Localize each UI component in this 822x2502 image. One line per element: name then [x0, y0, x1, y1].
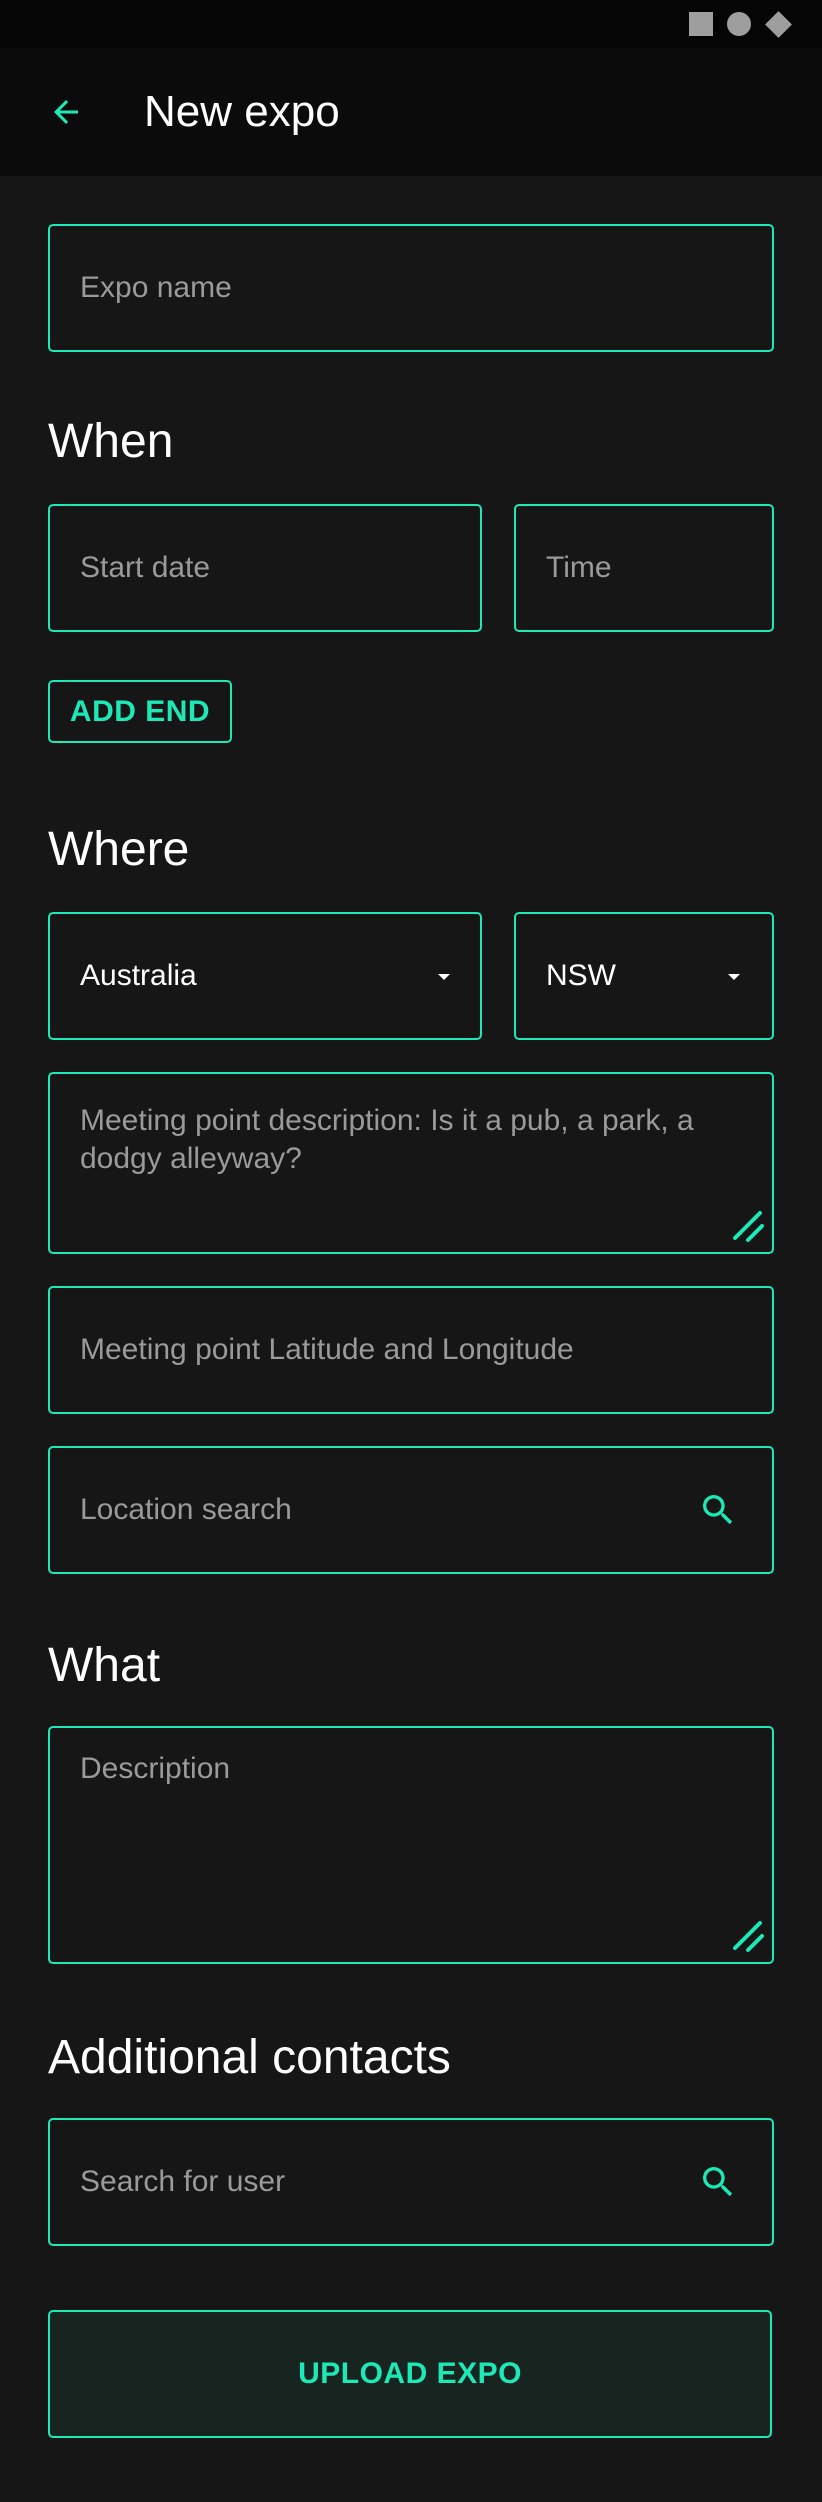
status-diamond-icon [765, 10, 792, 38]
meeting-point-latlng-field[interactable]: Meeting point Latitude and Longitude [48, 1286, 774, 1414]
search-user-placeholder: Search for user [80, 2165, 286, 2198]
status-circle-icon [727, 12, 751, 36]
expo-name-placeholder: Expo name [80, 271, 232, 304]
search-icon[interactable] [698, 1490, 738, 1530]
start-date-field[interactable]: Start date [48, 504, 482, 632]
where-heading: Where [48, 823, 190, 876]
back-button[interactable] [38, 84, 94, 140]
search-icon[interactable] [698, 2162, 738, 2202]
meeting-point-description-field[interactable]: Meeting point description: Is it a pub, … [48, 1072, 774, 1254]
app-bar: New expo [0, 48, 822, 176]
caret-down-icon [728, 974, 740, 980]
status-icons [689, 10, 792, 38]
upload-expo-button[interactable]: UPLOAD EXPO [48, 2310, 772, 2438]
caret-down-icon [438, 974, 450, 980]
meeting-point-latlng-placeholder: Meeting point Latitude and Longitude [80, 1333, 574, 1366]
status-square-icon [689, 12, 713, 36]
page-title: New expo [144, 87, 340, 136]
country-select[interactable]: Australia [48, 912, 482, 1040]
what-heading: What [48, 1639, 161, 1692]
when-heading: When [48, 415, 174, 468]
meeting-point-description-placeholder: Meeting point description: Is it a pub, … [80, 1104, 694, 1175]
start-date-placeholder: Start date [80, 551, 211, 584]
description-field[interactable]: Description [48, 1726, 774, 1964]
status-bar [0, 0, 822, 48]
arrow-left-icon [54, 100, 78, 124]
textarea-resize-icon [733, 1921, 764, 1952]
expo-name-field[interactable]: Expo name [48, 224, 774, 352]
additional-contacts-heading: Additional contacts [48, 2031, 451, 2084]
add-end-button[interactable]: ADD END [48, 680, 232, 743]
description-placeholder: Description [80, 1752, 231, 1785]
location-search-placeholder: Location search [80, 1493, 292, 1526]
state-value: NSW [546, 959, 616, 992]
time-field[interactable]: Time [514, 504, 774, 632]
country-value: Australia [80, 959, 197, 992]
textarea-resize-icon [733, 1211, 764, 1242]
state-select[interactable]: NSW [514, 912, 774, 1040]
time-placeholder: Time [546, 551, 612, 584]
search-user-field[interactable]: Search for user [48, 2118, 774, 2246]
location-search-field[interactable]: Location search [48, 1446, 774, 1574]
